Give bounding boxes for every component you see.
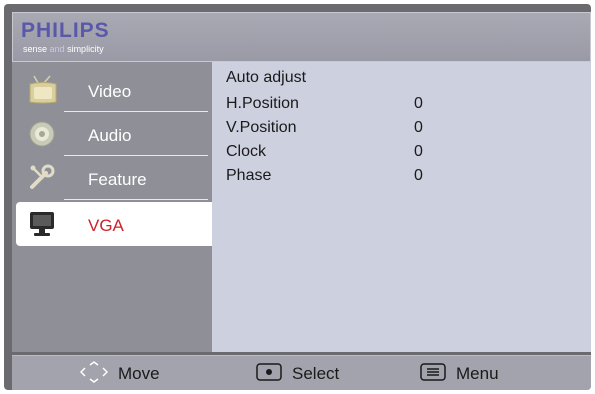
setting-label: Clock (226, 143, 267, 160)
tagline-post: simplicity (64, 44, 104, 54)
setting-value: 0 (414, 167, 423, 184)
brand-tagline: sense and simplicity (23, 44, 104, 54)
menu-label-feature: Feature (88, 170, 147, 189)
setting-row-v-position[interactable]: V.Position 0 (226, 119, 423, 137)
wrench-icon (26, 163, 60, 193)
hint-move: Move (79, 356, 160, 390)
setting-label: H.Position (226, 95, 299, 112)
main-menu: Video Audio Feature VGA (12, 62, 212, 352)
setting-row-auto-adjust[interactable]: Auto adjust (226, 69, 306, 87)
setting-value: 0 (414, 119, 423, 136)
setting-label: Auto adjust (226, 69, 307, 86)
monitor-icon (26, 209, 60, 239)
menu-label-vga: VGA (88, 216, 124, 235)
setting-row-h-position[interactable]: H.Position 0 (226, 95, 423, 113)
hint-select: Select (256, 356, 339, 390)
header-bar: PHILIPS sense and simplicity (12, 12, 591, 62)
hint-menu: Menu (420, 356, 499, 390)
key-hint-bar: Move Select Menu (12, 355, 591, 390)
navigate-arrows-icon (79, 360, 109, 388)
speaker-icon (26, 119, 60, 149)
osd-frame: PHILIPS sense and simplicity Video Audio… (4, 4, 591, 390)
setting-row-clock[interactable]: Clock 0 (226, 143, 423, 161)
setting-label: Phase (226, 167, 272, 184)
setting-value: 0 (414, 143, 423, 160)
menu-label-audio: Audio (88, 126, 132, 145)
menu-button-icon (420, 362, 446, 386)
menu-item-feature[interactable]: Feature (12, 156, 212, 200)
menu-item-vga[interactable]: VGA (16, 202, 212, 246)
tv-icon (26, 75, 60, 105)
setting-value: 0 (414, 95, 423, 112)
hint-select-label: Select (292, 364, 340, 383)
ok-button-icon (256, 362, 282, 386)
menu-item-video[interactable]: Video (12, 68, 212, 112)
hint-menu-label: Menu (456, 364, 499, 383)
tagline-and: and (49, 44, 65, 54)
setting-row-phase[interactable]: Phase 0 (226, 167, 423, 185)
hint-move-label: Move (118, 364, 160, 383)
menu-label-video: Video (88, 82, 132, 101)
tagline-pre: sense (23, 44, 50, 54)
vga-settings-panel: Auto adjust H.Position 0 V.Position 0 Cl… (212, 62, 591, 352)
setting-label: V.Position (226, 119, 297, 136)
philips-logo: PHILIPS (21, 19, 110, 42)
menu-item-audio[interactable]: Audio (12, 112, 212, 156)
